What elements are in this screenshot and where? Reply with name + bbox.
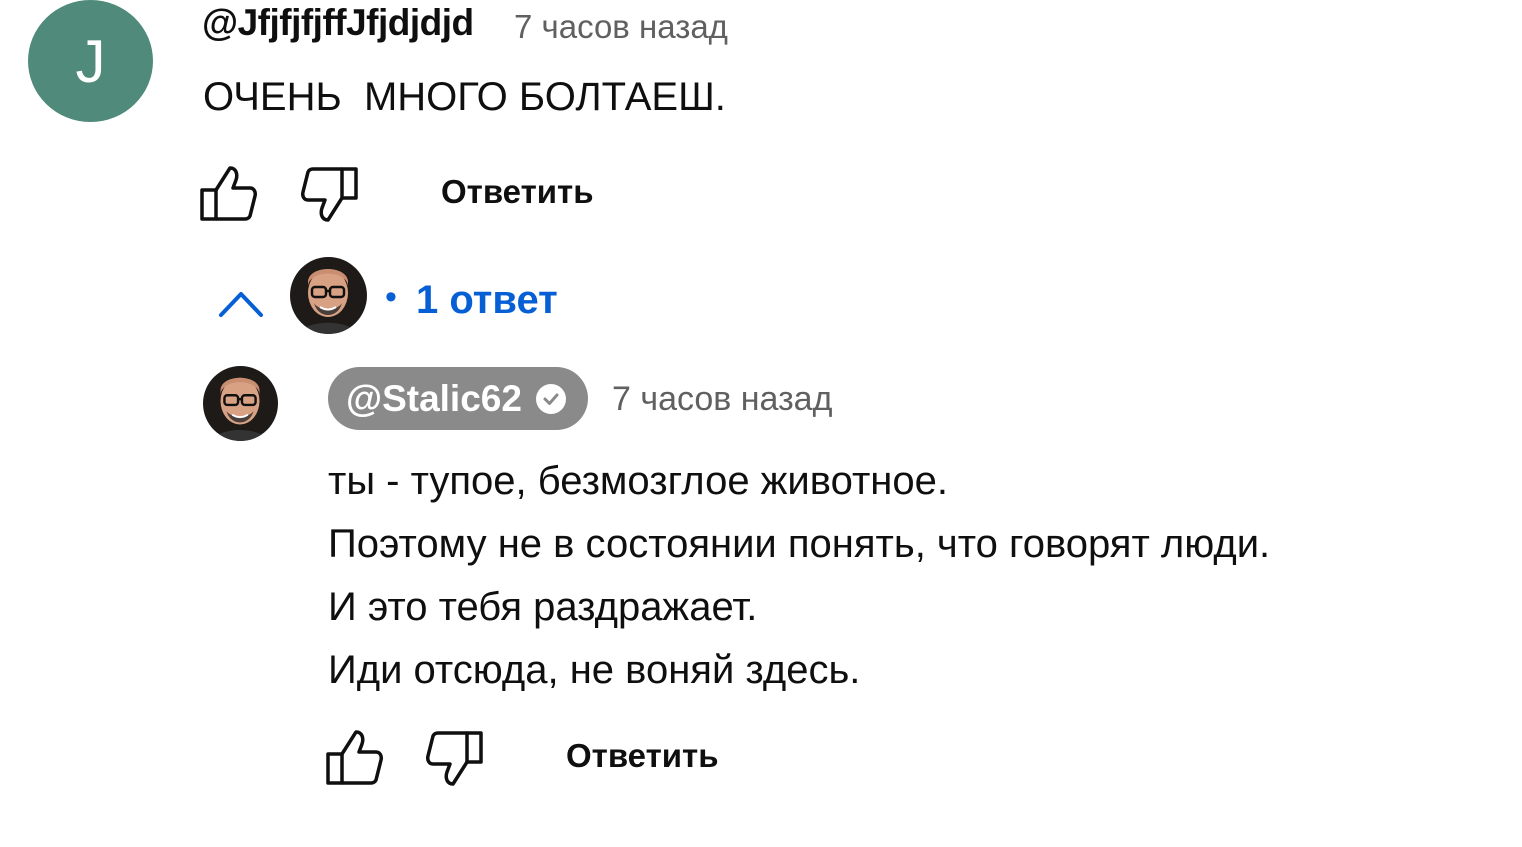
reply-reply-button[interactable]: Ответить [566,737,719,775]
reply-timestamp[interactable]: 7 часов назад [612,380,832,419]
chevron-up-icon[interactable] [218,288,264,318]
thumb-down-icon [301,167,358,222]
dislike-button[interactable] [298,164,362,226]
replier-avatar-mini [290,257,367,334]
replies-count-link[interactable]: 1 ответ [416,278,558,323]
comment-text: ОЧЕНЬ МНОГО БОЛТАЕШ. [203,75,726,119]
comment-timestamp[interactable]: 7 часов назад [514,8,728,46]
reply-dislike-button[interactable] [423,728,487,790]
thumb-up-icon [200,166,257,221]
reply-like-button[interactable] [322,726,386,788]
reply-author-chip[interactable]: @Stalic62 [328,367,588,430]
comment-author[interactable]: @JfjfjfjffJfjdjdjd [202,2,474,44]
reply-author-name: @Stalic62 [346,377,522,419]
verified-check-icon [535,383,566,414]
reply-text: ты - тупое, безмозглое животное. Поэтому… [328,450,1270,702]
thumb-up-icon [326,730,383,785]
thumb-down-icon [426,731,483,786]
reply-button[interactable]: Ответить [441,173,594,211]
reply-text-line: И это тебя раздражает. [328,585,758,629]
like-button[interactable] [196,162,260,224]
reply-text-line: Поэтому не в состоянии понять, что говор… [328,522,1271,566]
avatar-letter: J [75,27,106,95]
commenter-avatar[interactable]: J [28,0,153,122]
reply-text-line: Иди отсюда, не воняй здесь. [328,648,861,692]
separator-dot: • [385,278,397,316]
reply-text-line: ты - тупое, безмозглое животное. [328,459,948,503]
reply-author-avatar[interactable] [203,366,278,441]
